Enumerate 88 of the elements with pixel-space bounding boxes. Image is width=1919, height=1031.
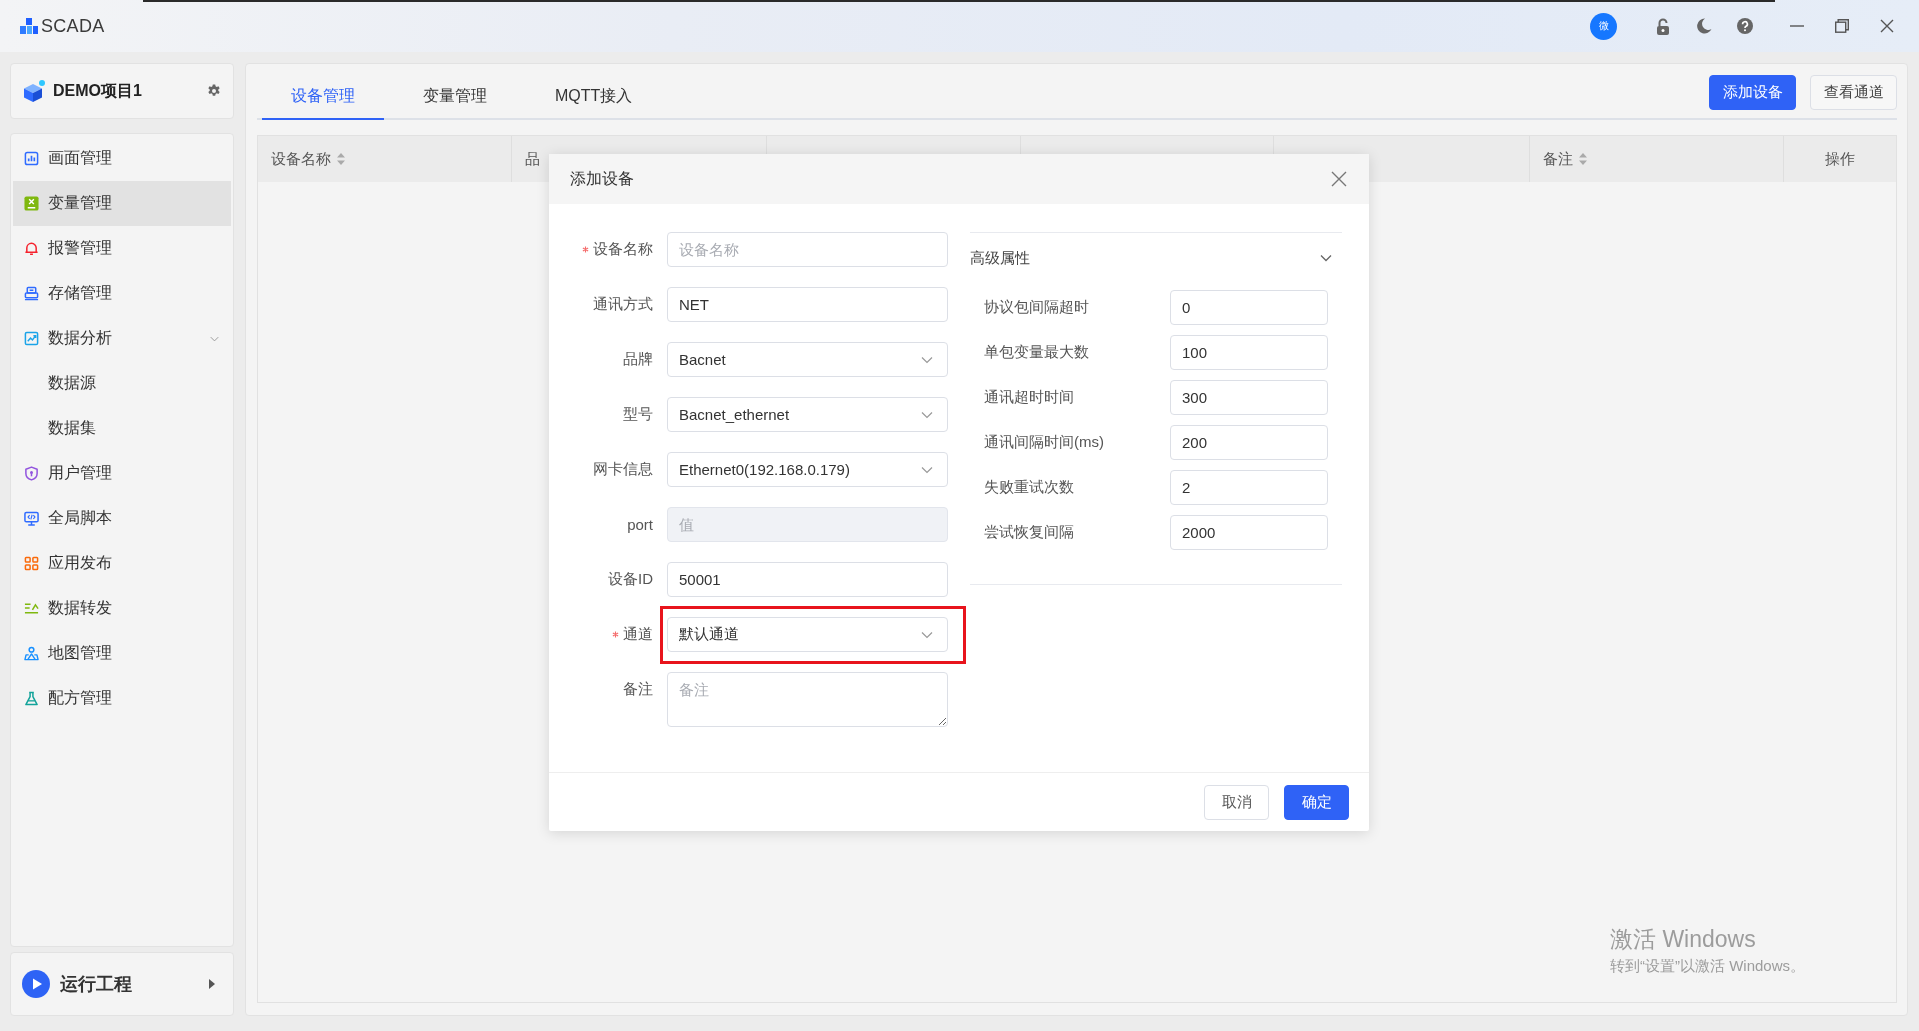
grid-icon: [24, 556, 39, 571]
column-header: 品: [525, 149, 541, 169]
field-label: 网卡信息: [593, 460, 653, 479]
close-button[interactable]: [1329, 169, 1349, 189]
select-field[interactable]: 默认通道: [667, 617, 948, 652]
spreadsheet-icon: [24, 196, 39, 211]
column-header: 备注: [1542, 149, 1573, 169]
field-label: 品牌: [623, 350, 653, 369]
tab[interactable]: MQTT接入: [526, 75, 662, 120]
printer-icon: [24, 286, 39, 301]
avatar[interactable]: 微: [1590, 12, 1617, 40]
input-field[interactable]: 50001: [667, 562, 948, 597]
textarea-field[interactable]: 备注: [667, 672, 948, 727]
close-icon[interactable]: [1880, 19, 1894, 33]
input-field[interactable]: 300: [1170, 380, 1328, 415]
logo-icon: [20, 18, 38, 34]
dialog-title: 添加设备: [570, 168, 634, 189]
settings-icon[interactable]: [207, 84, 221, 98]
add-device-button[interactable]: 添加设备: [1709, 75, 1796, 110]
confirm-button[interactable]: 确定: [1284, 784, 1349, 820]
chevron-down-icon: [921, 465, 933, 474]
project-name: DEMO项目1: [53, 80, 143, 101]
view-channels-button[interactable]: 查看通道: [1810, 75, 1897, 110]
lines-arrow-icon: [24, 601, 39, 616]
bell-icon: [24, 241, 39, 256]
lock-icon[interactable]: [1656, 17, 1670, 35]
field-label: 失败重试次数: [984, 478, 1075, 497]
column-header: 设备名称: [271, 149, 331, 169]
activation-notice-title: 激活 Windows: [1610, 925, 1757, 954]
menu-item[interactable]: 应用发布: [13, 541, 231, 586]
field-label: 通讯间隔时间(ms): [984, 433, 1105, 452]
chevron-down-icon: [921, 410, 933, 419]
menu-item[interactable]: 画面管理: [13, 136, 231, 181]
moon-icon[interactable]: [1696, 18, 1712, 34]
field-label: 尝试恢复间隔: [984, 523, 1075, 542]
submenu-item[interactable]: 数据集: [13, 406, 231, 451]
play-icon: [22, 970, 50, 998]
cancel-button[interactable]: 取消: [1204, 784, 1269, 820]
select-field[interactable]: Bacnet_ethernet: [667, 397, 948, 432]
field-label: 协议包间隔超时: [984, 298, 1090, 317]
submenu-item[interactable]: 数据源: [13, 361, 231, 406]
field-label: 单包变量最大数: [984, 343, 1090, 362]
menu-item[interactable]: 配方管理: [13, 676, 231, 721]
field-label: 型号: [623, 405, 653, 424]
select-field[interactable]: Ethernet0(192.168.0.179): [667, 452, 948, 487]
menu-item[interactable]: 报警管理: [13, 226, 231, 271]
menu-item[interactable]: 用户管理: [13, 451, 231, 496]
tab[interactable]: 设备管理: [262, 75, 384, 120]
cube-icon: [22, 79, 46, 103]
input-field[interactable]: 2000: [1170, 515, 1328, 550]
field-label: 设备ID: [608, 570, 653, 589]
app-title: SCADA: [41, 15, 105, 37]
field-label: 通道: [623, 625, 653, 644]
tab[interactable]: 变量管理: [394, 75, 516, 120]
help-icon[interactable]: [1737, 18, 1753, 34]
menu-item[interactable]: 数据转发: [13, 586, 231, 631]
field-label: 通讯方式: [593, 295, 653, 314]
monitor-icon: [24, 511, 39, 526]
close-icon: [1331, 171, 1347, 187]
input-field[interactable]: NET: [667, 287, 948, 322]
menu-item[interactable]: 地图管理: [13, 631, 231, 676]
shield-icon: [24, 466, 39, 481]
caret-right-icon: [209, 979, 215, 989]
column-header: 操作: [1825, 149, 1855, 169]
chevron-down-icon: [921, 630, 933, 639]
chevron-down-icon: [921, 355, 933, 364]
menu-item[interactable]: 存储管理: [13, 271, 231, 316]
menu-item[interactable]: 变量管理: [13, 181, 231, 226]
restore-icon[interactable]: [1835, 19, 1849, 33]
field-label: port: [627, 516, 653, 533]
menu-item[interactable]: 数据分析: [13, 316, 231, 361]
select-field[interactable]: Bacnet: [667, 342, 948, 377]
flask-icon: [24, 691, 39, 706]
input-field[interactable]: 设备名称: [667, 232, 948, 267]
bar-chart-icon: [24, 151, 39, 166]
menu-item[interactable]: 全局脚本: [13, 496, 231, 541]
input-field[interactable]: 2: [1170, 470, 1328, 505]
map-person-icon: [24, 646, 39, 661]
input-field[interactable]: 100: [1170, 335, 1328, 370]
field-label: 备注: [623, 680, 653, 699]
collapse-header[interactable]: 高级属性: [970, 233, 1342, 283]
line-chart-icon: [24, 331, 39, 346]
input-field[interactable]: 200: [1170, 425, 1328, 460]
field-label: 通讯超时时间: [984, 388, 1075, 407]
input-field[interactable]: 0: [1170, 290, 1328, 325]
field-label: 设备名称: [593, 240, 653, 259]
run-project-button[interactable]: 运行工程: [10, 952, 234, 1016]
activation-notice-text: 转到“设置”以激活 Windows。: [1610, 957, 1805, 976]
